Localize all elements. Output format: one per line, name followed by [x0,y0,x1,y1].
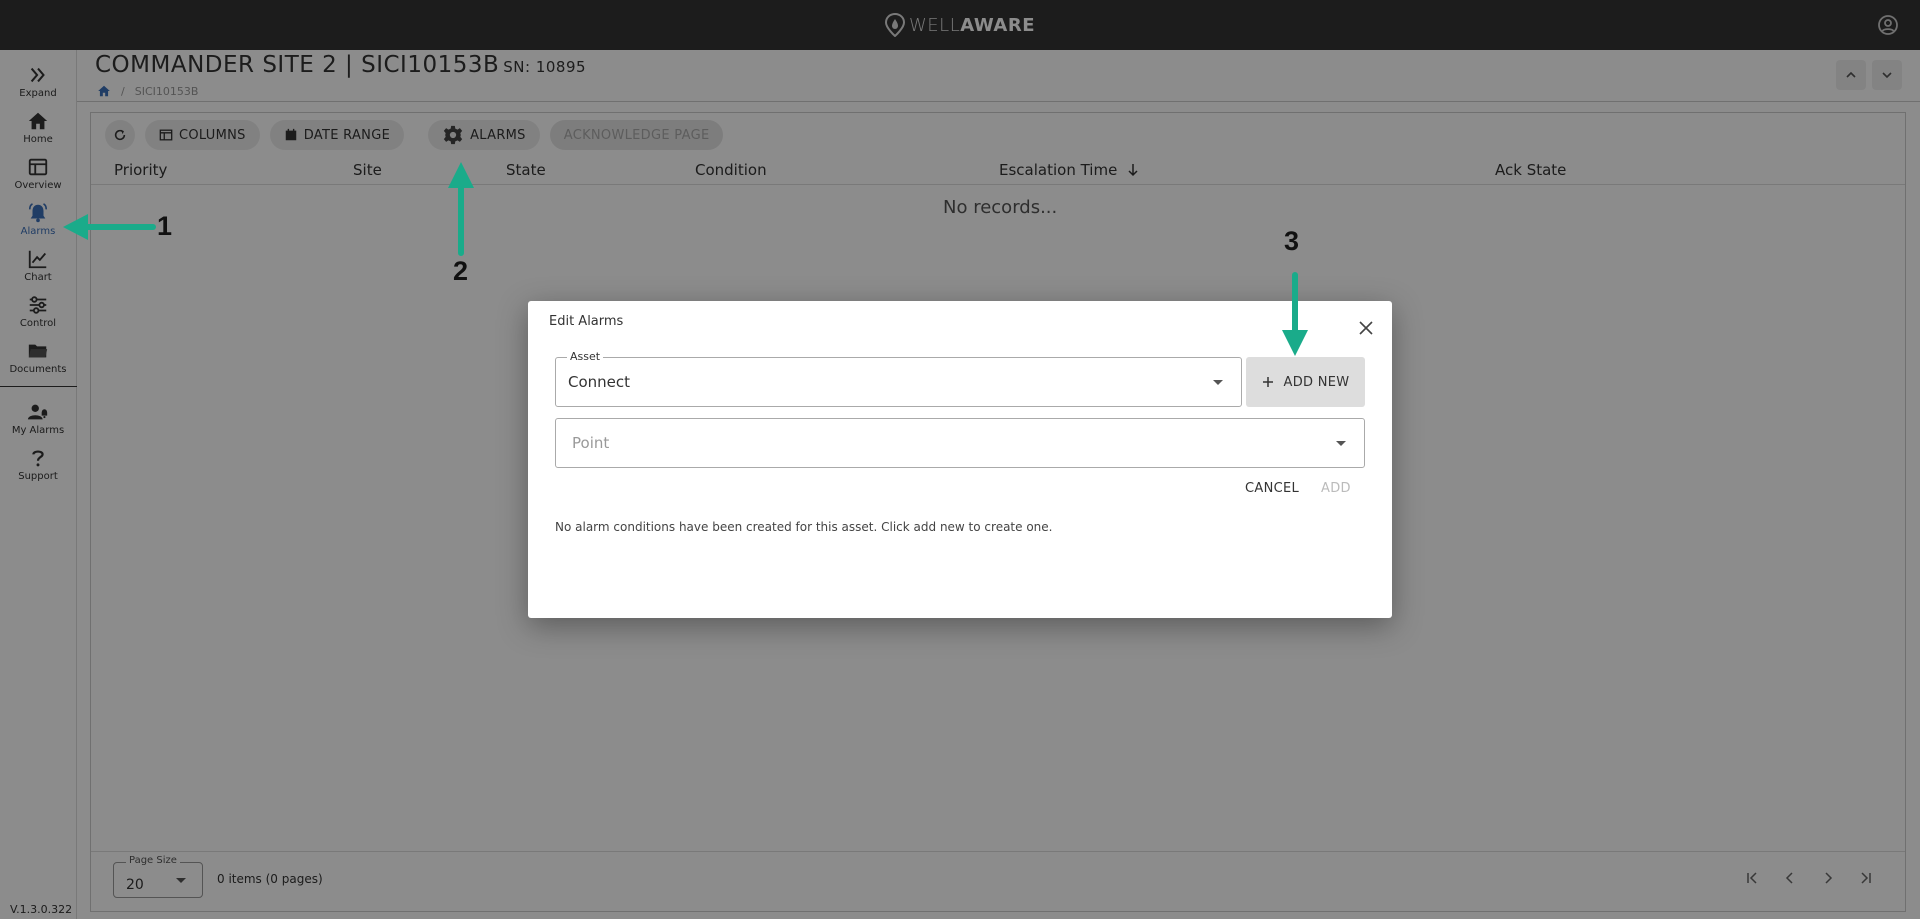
point-select[interactable]: Point [555,418,1365,468]
annotation-arrow-2 [448,162,474,256]
add-new-button[interactable]: ADD NEW [1246,357,1365,407]
no-conditions-message: No alarm conditions have been created fo… [555,520,1053,534]
asset-label: Asset [567,350,604,363]
plus-icon [1262,377,1273,387]
annotation-marker-2: 2 [453,256,469,286]
asset-select[interactable]: Asset Connect [555,350,1242,407]
caret-down-icon [1336,441,1346,446]
annotation-arrow-3 [1282,272,1308,356]
add-new-label: ADD NEW [1283,374,1350,390]
cancel-button[interactable]: CANCEL [1245,481,1299,496]
annotation-marker-1: 1 [157,211,173,241]
annotation-marker-3: 3 [1284,226,1300,256]
close-icon[interactable] [1358,320,1374,336]
asset-value: Connect [568,373,631,391]
point-placeholder: Point [572,434,610,452]
caret-down-icon [1213,380,1223,385]
add-button[interactable]: ADD [1321,481,1351,496]
edit-alarms-dialog: Edit Alarms Asset Connect ADD NEW Point … [528,301,1392,618]
dialog-title: Edit Alarms [549,314,624,329]
annotation-arrow-1 [63,214,156,240]
